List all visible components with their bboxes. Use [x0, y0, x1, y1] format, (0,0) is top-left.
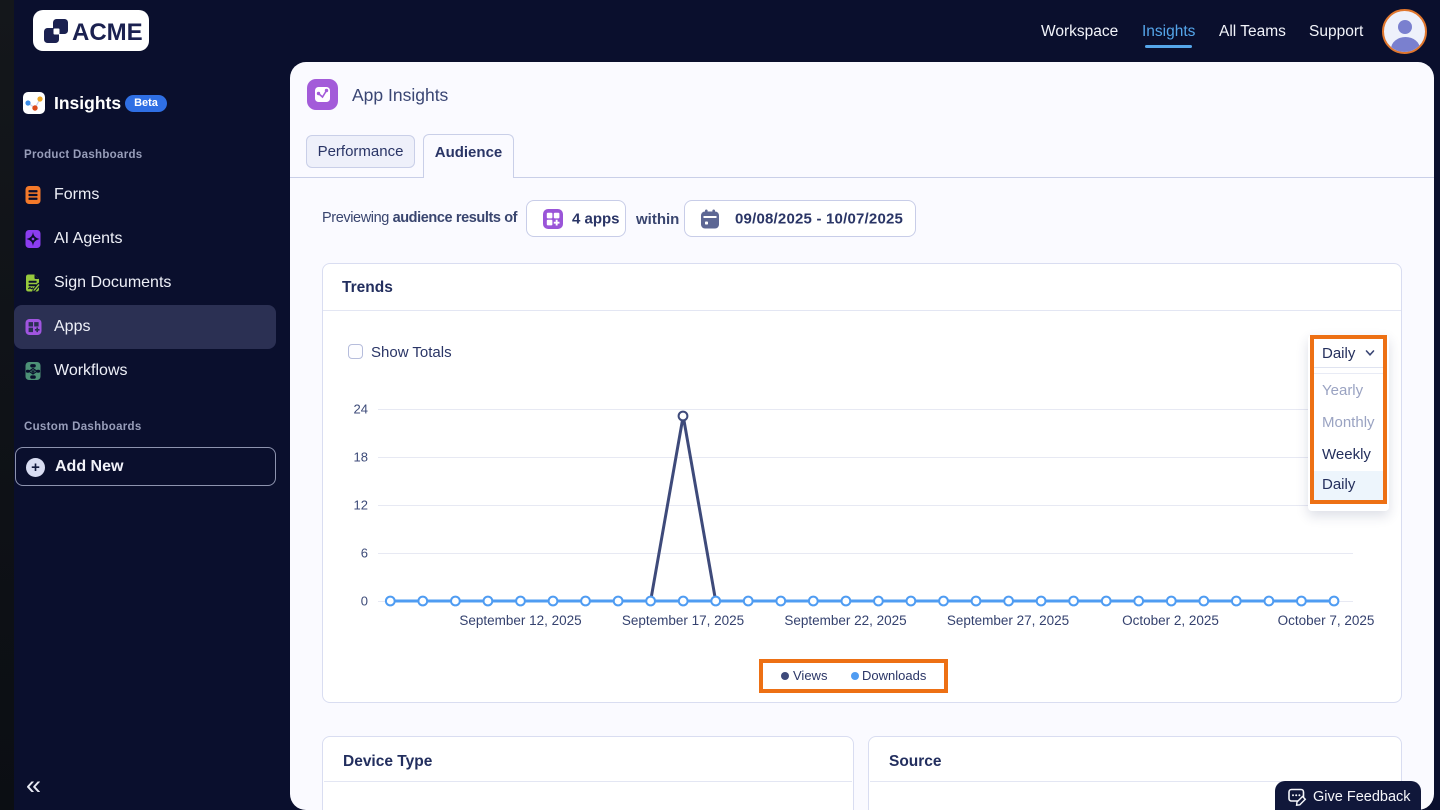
svg-text:October 7, 2025: October 7, 2025: [1278, 613, 1375, 628]
svg-text:12: 12: [354, 498, 368, 513]
svg-text:September 12, 2025: September 12, 2025: [459, 613, 581, 628]
svg-text:ACME: ACME: [72, 19, 143, 46]
svg-text:September 17, 2025: September 17, 2025: [622, 613, 744, 628]
svg-text:18: 18: [354, 450, 368, 465]
svg-text:0: 0: [361, 594, 368, 609]
svg-text:24: 24: [354, 402, 368, 417]
svg-text:October 2, 2025: October 2, 2025: [1122, 613, 1219, 628]
svg-text:September 22, 2025: September 22, 2025: [784, 613, 906, 628]
svg-text:6: 6: [361, 546, 368, 561]
svg-text:September 27, 2025: September 27, 2025: [947, 613, 1069, 628]
